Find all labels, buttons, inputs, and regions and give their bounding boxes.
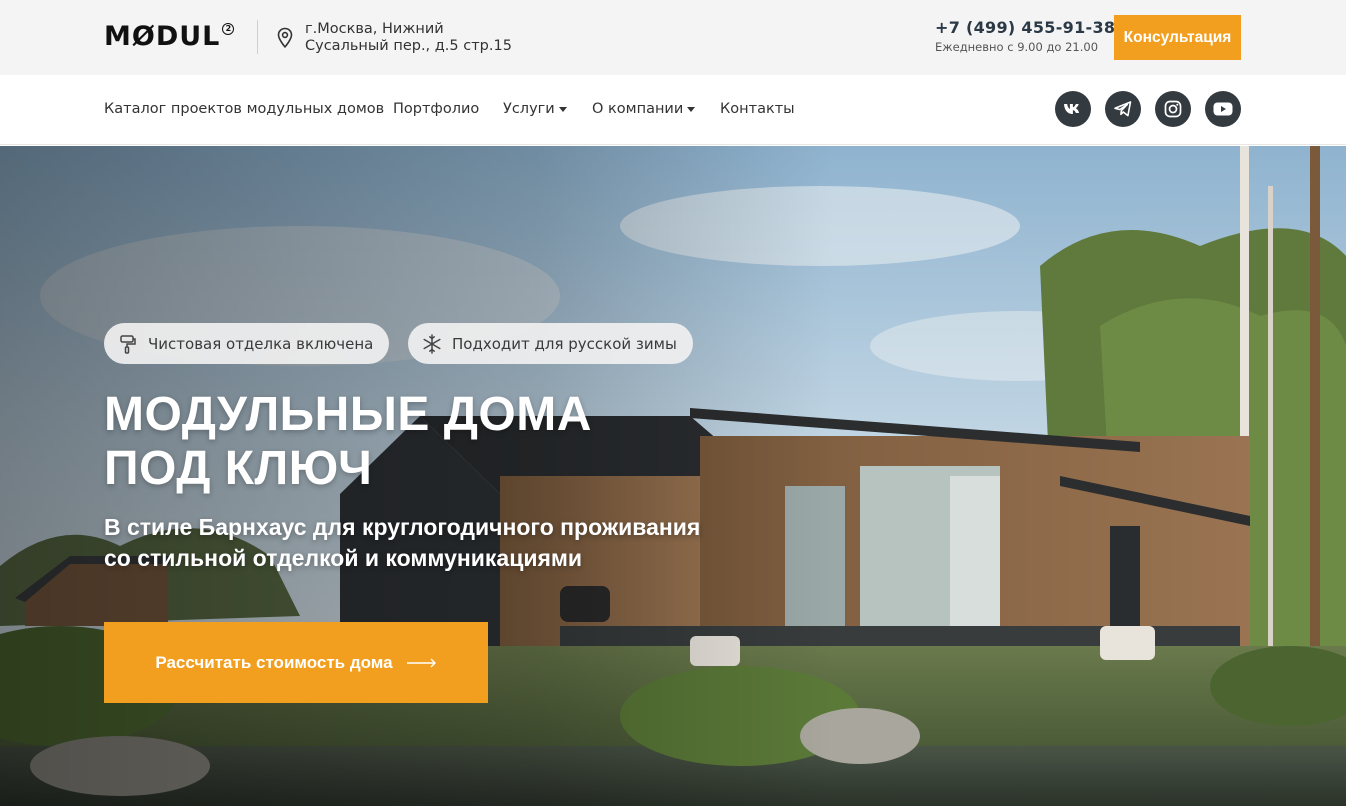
badge-finish-included: Чистовая отделка включена	[104, 323, 390, 364]
telegram-link[interactable]	[1105, 91, 1141, 127]
cta-label: Рассчитать стоимость дома	[155, 652, 393, 672]
nav-item-label: Контакты	[720, 101, 795, 117]
main-nav: Каталог проектов модульных домов Портфол…	[0, 75, 1346, 145]
nav-item-label: Каталог проектов модульных домов	[104, 101, 385, 117]
nav-item-label: Услуги	[503, 101, 555, 117]
location-pin-icon	[277, 27, 293, 49]
vk-icon	[1064, 104, 1080, 114]
nav-item-portfolio[interactable]: Портфолио	[393, 101, 479, 117]
nav-item-services[interactable]: Услуги	[503, 101, 567, 117]
hero-subtitle-line-2: со стильной отделкой и коммуникациями	[104, 545, 583, 571]
logo-mark: 2	[222, 23, 235, 35]
nav-item-contacts[interactable]: Контакты	[720, 101, 795, 117]
badge-label: Подходит для русской зимы	[452, 334, 677, 353]
logo-text: MØDUL	[104, 21, 221, 52]
consultation-button[interactable]: Консультация	[1114, 15, 1241, 60]
chevron-down-icon	[558, 106, 567, 112]
instagram-icon	[1164, 100, 1182, 118]
hero-title-line-1: МОДУЛЬНЫЕ ДОМА	[104, 388, 592, 441]
badge-label: Чистовая отделка включена	[148, 334, 374, 353]
instagram-link[interactable]	[1155, 91, 1191, 127]
vk-link[interactable]	[1055, 91, 1091, 127]
calculate-price-button[interactable]: Рассчитать стоимость дома	[104, 622, 488, 703]
logo[interactable]: MØDUL 2	[104, 20, 235, 54]
badge-winter-ready: Подходит для русской зимы	[408, 323, 693, 364]
working-hours: Ежедневно с 9.00 до 21.00	[935, 40, 1099, 54]
telegram-icon	[1114, 101, 1132, 117]
hero-title: МОДУЛЬНЫЕ ДОМА ПОД КЛЮЧ	[104, 388, 592, 496]
header-divider	[257, 20, 258, 54]
hero-title-line-2: ПОД КЛЮЧ	[104, 442, 373, 495]
address: г.Москва, Нижний Сусальный пер., д.5 стр…	[305, 21, 525, 55]
address-line-1: г.Москва, Нижний	[305, 21, 444, 37]
hero-section: Чистовая отделка включена Подходит для р…	[0, 146, 1346, 806]
youtube-icon	[1213, 102, 1233, 116]
youtube-link[interactable]	[1205, 91, 1241, 127]
phone-link[interactable]: +7 (499) 455-91-38	[935, 18, 1115, 37]
paint-roller-icon	[120, 334, 136, 354]
hero-subtitle-line-1: В стиле Барнхаус для круглогодичного про…	[104, 514, 701, 540]
hero-subtitle: В стиле Барнхаус для круглогодичного про…	[104, 512, 744, 574]
address-line-2: Сусальный пер., д.5 стр.15	[305, 38, 512, 54]
nav-item-label: О компании	[592, 101, 684, 117]
nav-item-catalog[interactable]: Каталог проектов модульных домов	[104, 101, 384, 117]
arrow-right-icon	[406, 658, 436, 667]
nav-item-about[interactable]: О компании	[592, 101, 696, 117]
snowflake-icon	[423, 333, 441, 354]
chevron-down-icon	[687, 106, 696, 112]
nav-item-label: Портфолио	[393, 101, 480, 117]
top-bar: MØDUL 2 г.Москва, Нижний Сусальный пер.,…	[0, 0, 1346, 75]
